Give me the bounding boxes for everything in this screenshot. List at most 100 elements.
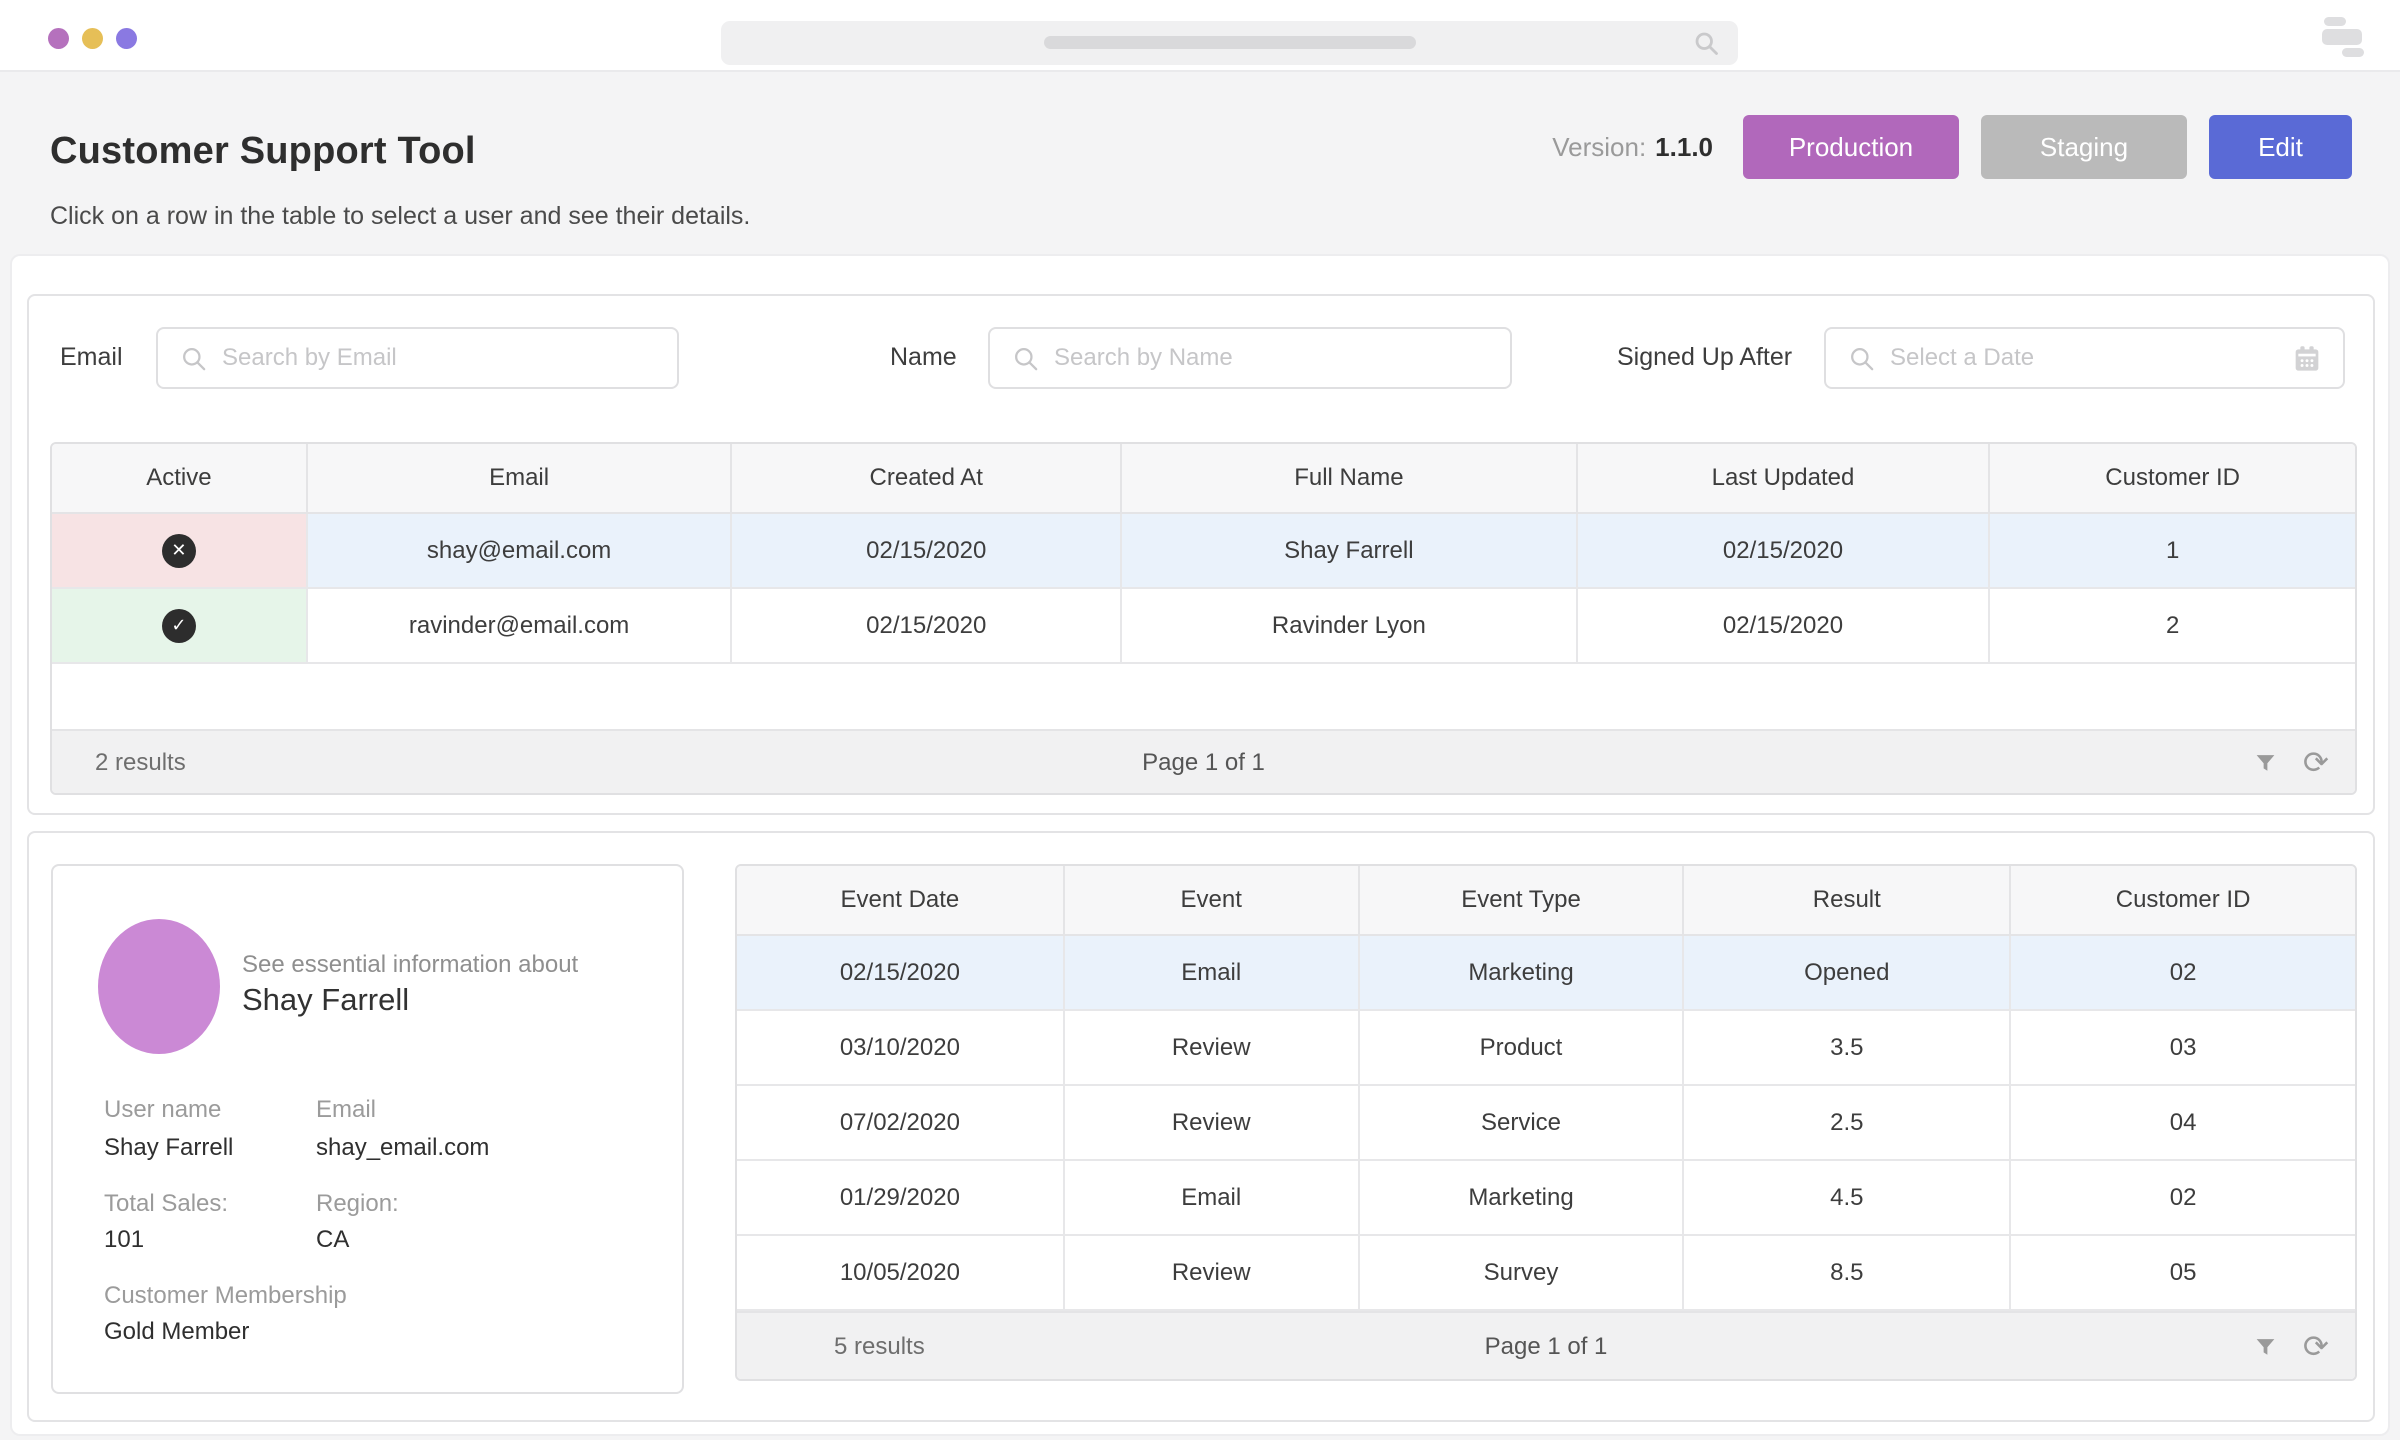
status-icon: ✕ [162,534,196,568]
cell-email: ravinder@email.com [308,589,733,664]
cell-event-type: Marketing [1360,1161,1685,1236]
window-menu-icon[interactable] [2322,14,2372,58]
cell-full-name: Shay Farrell [1122,514,1578,589]
events-table-header-cell: Event Date [737,866,1065,936]
details-section: See essential information about Shay Far… [27,831,2375,1422]
cell-event-type: Product [1360,1011,1685,1086]
users-table-row[interactable]: ✓ ravinder@email.com 02/15/2020 Ravinder… [52,589,2355,664]
cell-active: ✓ [52,589,308,664]
filter-icon[interactable] [2253,1335,2278,1360]
cell-event-type: Survey [1360,1236,1685,1311]
users-table-header-cell: Email [308,444,733,514]
cell-created-at: 02/15/2020 [732,589,1122,664]
name-filter-placeholder: Search by Name [1054,344,1233,372]
cell-customer-id: 1 [1990,514,2355,589]
events-table-footer-icons: ⟳ [2253,1313,2329,1381]
users-section: Email Search by Email Name Search by Nam… [27,294,2375,815]
events-table-row[interactable]: 10/05/2020 Review Survey 8.5 05 [737,1236,2355,1311]
cell-event: Review [1065,1236,1360,1311]
cell-event: Review [1065,1086,1360,1161]
users-table-header-cell: Customer ID [1990,444,2355,514]
events-table-row[interactable]: 02/15/2020 Email Marketing Opened 02 [737,936,2355,1011]
users-table-body: ✕ shay@email.com 02/15/2020 Shay Farrell… [52,514,2355,664]
cell-last-updated: 02/15/2020 [1578,514,1991,589]
events-table-body: 02/15/2020 Email Marketing Opened 02 03/… [737,936,2355,1311]
cell-event-date: 02/15/2020 [737,936,1065,1011]
header-actions: Version: 1.1.0 Production Staging Edit [1552,115,2352,179]
field-label-email: Email [316,1096,376,1124]
cell-customer-id: 05 [2011,1236,2355,1311]
events-table-header-cell: Customer ID [2011,866,2355,936]
page-indicator: Page 1 of 1 [737,1333,2355,1361]
cell-customer-id: 02 [2011,1161,2355,1236]
events-table-row[interactable]: 03/10/2020 Review Product 3.5 03 [737,1011,2355,1086]
profile-card: See essential information about Shay Far… [51,864,684,1394]
window-dot-2[interactable] [82,28,103,49]
profile-intro: See essential information about [242,951,578,979]
cell-created-at: 02/15/2020 [732,514,1122,589]
status-icon: ✓ [162,609,196,643]
version-label: Version: [1552,132,1646,163]
refresh-icon[interactable]: ⟳ [2303,1332,2329,1363]
users-table-footer-icons: ⟳ [2253,731,2329,795]
version-value: 1.1.0 [1655,132,1713,163]
page-indicator: Page 1 of 1 [52,749,2355,777]
field-value-region: CA [316,1226,349,1254]
window-dot-3[interactable] [116,28,137,49]
name-filter-label: Name [890,343,957,372]
users-table-header-cell: Created At [732,444,1122,514]
users-table: ActiveEmailCreated AtFull NameLast Updat… [50,442,2357,795]
search-icon [1692,29,1720,57]
window-dot-1[interactable] [48,28,69,49]
field-value-total-sales: 101 [104,1226,144,1254]
cell-event: Review [1065,1011,1360,1086]
cell-customer-id: 03 [2011,1011,2355,1086]
events-table-footer: 5 results Page 1 of 1 ⟳ [737,1311,2355,1381]
email-filter-label: Email [60,343,123,372]
browser-address-bar[interactable] [721,21,1738,65]
cell-event-date: 01/29/2020 [737,1161,1065,1236]
users-table-header-cell: Active [52,444,308,514]
field-value-email: shay_email.com [316,1134,489,1162]
signed-up-after-date-input[interactable]: Select a Date [1824,327,2345,389]
cell-last-updated: 02/15/2020 [1578,589,1991,664]
cell-full-name: Ravinder Lyon [1122,589,1578,664]
date-filter-placeholder: Select a Date [1890,344,2034,372]
field-label-total-sales: Total Sales: [104,1190,228,1218]
users-table-footer: 2 results Page 1 of 1 ⟳ [52,729,2355,795]
events-table-header: Event DateEventEvent TypeResultCustomer … [737,866,2355,936]
search-icon [1012,345,1039,372]
filter-icon[interactable] [2253,751,2278,776]
users-table-row[interactable]: ✕ shay@email.com 02/15/2020 Shay Farrell… [52,514,2355,589]
signed-up-after-filter-label: Signed Up After [1617,343,1792,372]
cell-result: 4.5 [1684,1161,2011,1236]
cell-result: 2.5 [1684,1086,2011,1161]
address-placeholder-bar [1044,36,1416,49]
events-table: Event DateEventEvent TypeResultCustomer … [735,864,2357,1381]
field-label-region: Region: [316,1190,399,1218]
cell-event-date: 03/10/2020 [737,1011,1065,1086]
field-label-membership: Customer Membership [104,1282,347,1310]
cell-customer-id: 02 [2011,936,2355,1011]
events-table-row[interactable]: 01/29/2020 Email Marketing 4.5 02 [737,1161,2355,1236]
name-filter-input[interactable]: Search by Name [988,327,1512,389]
field-value-membership: Gold Member [104,1318,249,1346]
cell-result: 8.5 [1684,1236,2011,1311]
staging-button[interactable]: Staging [1981,115,2187,179]
cell-event-date: 07/02/2020 [737,1086,1065,1161]
email-filter-input[interactable]: Search by Email [156,327,679,389]
events-table-row[interactable]: 07/02/2020 Review Service 2.5 04 [737,1086,2355,1161]
email-filter-placeholder: Search by Email [222,344,397,372]
page-subtitle: Click on a row in the table to select a … [50,202,750,231]
cell-event: Email [1065,936,1360,1011]
field-value-username: Shay Farrell [104,1134,233,1162]
calendar-icon[interactable] [2291,342,2323,374]
cell-event-date: 10/05/2020 [737,1236,1065,1311]
cell-email: shay@email.com [308,514,733,589]
refresh-icon[interactable]: ⟳ [2303,748,2329,779]
browser-topbar [0,0,2400,72]
cell-result: Opened [1684,936,2011,1011]
production-button[interactable]: Production [1743,115,1959,179]
avatar [98,919,220,1054]
edit-button[interactable]: Edit [2209,115,2352,179]
